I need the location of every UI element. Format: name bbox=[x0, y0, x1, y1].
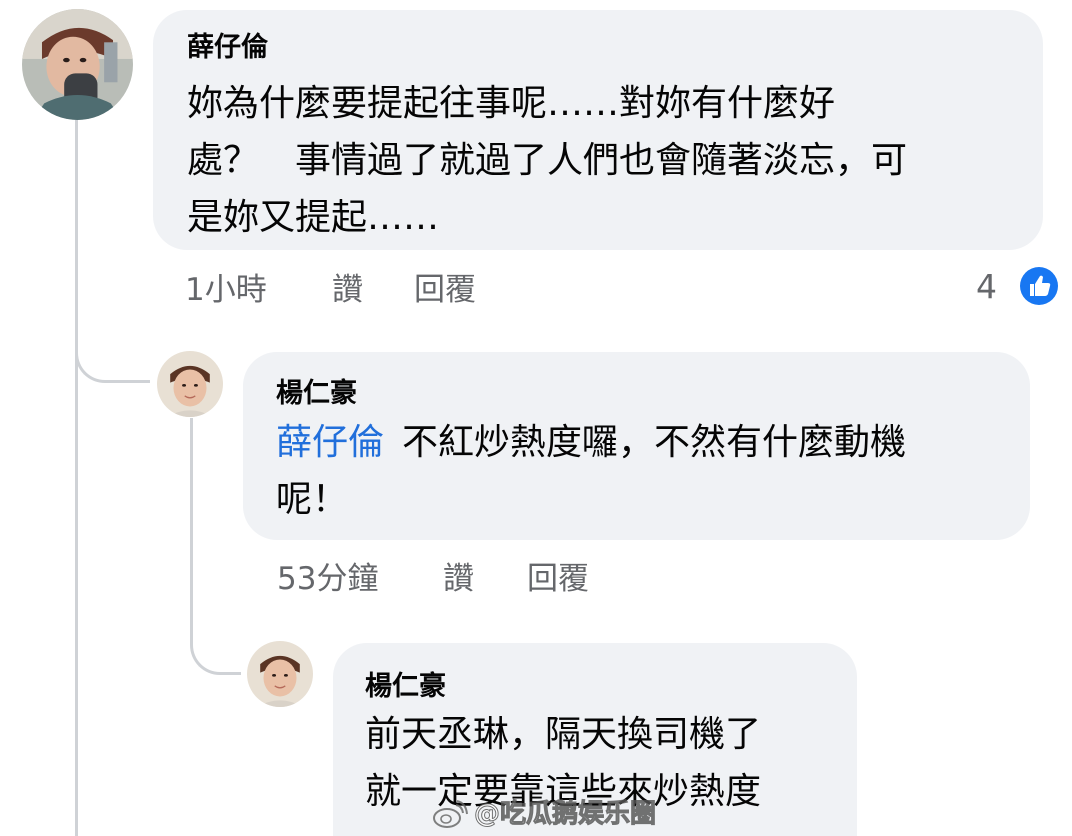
avatar[interactable] bbox=[22, 9, 133, 120]
comment-text-line: 前天丞琳，隔天換司機了 bbox=[365, 714, 762, 755]
comment-text-segment: 不紅炒熱度囉，不然有什麼動機 bbox=[402, 422, 907, 463]
comment-text-line: 是妳又提起…… bbox=[187, 197, 440, 238]
comment-author[interactable]: 楊仁豪 bbox=[276, 377, 357, 411]
comment-text-line: 處？ 事情過了就過了人們也會隨著淡忘，可 bbox=[187, 140, 908, 181]
like-button[interactable]: 讚 bbox=[332, 270, 363, 310]
avatar-photo-icon bbox=[247, 641, 313, 707]
comment-actions: 53分鐘 讚 回覆 bbox=[277, 559, 677, 599]
watermark: @吃瓜鹅娱乐圈 bbox=[432, 798, 657, 830]
thread-connector-curve bbox=[75, 322, 150, 383]
comment-actions: 1小時 讚 回覆 bbox=[185, 270, 585, 310]
reply-connector-line bbox=[190, 418, 193, 608]
avatar-photo-icon bbox=[22, 9, 133, 120]
comment-author[interactable]: 楊仁豪 bbox=[365, 670, 446, 704]
watermark-text: @吃瓜鹅娱乐圈 bbox=[473, 799, 657, 830]
comment-thread: 薛仔倫 妳為什麼要提起往事呢……對妳有什麼好 處？ 事情過了就過了人們也會隨著淡… bbox=[0, 0, 1072, 836]
reaction-count: 4 bbox=[976, 267, 997, 306]
weibo-logo-icon bbox=[433, 800, 468, 828]
thread-connector-line bbox=[75, 120, 78, 836]
comment-text: 妳為什麼要提起往事呢……對妳有什麼好 處？ 事情過了就過了人們也會隨著淡忘，可 … bbox=[187, 75, 907, 246]
avatar-photo-icon bbox=[157, 351, 223, 417]
reaction-summary[interactable]: 4 bbox=[976, 263, 1066, 309]
reply-bubble: 楊仁豪 薛仔倫 不紅炒熱度囉，不然有什麼動機 呢！ bbox=[243, 352, 1030, 540]
comment-timestamp[interactable]: 1小時 bbox=[185, 270, 267, 310]
comment-author[interactable]: 薛仔倫 bbox=[187, 31, 268, 65]
comment-text: 薛仔倫 不紅炒熱度囉，不然有什麼動機 呢！ bbox=[276, 414, 906, 528]
reply-button[interactable]: 回覆 bbox=[414, 270, 476, 310]
avatar[interactable] bbox=[157, 351, 223, 417]
avatar[interactable] bbox=[247, 641, 313, 707]
comment-text-line: 薛仔倫 不紅炒熱度囉，不然有什麼動機 bbox=[276, 414, 906, 471]
reply-button[interactable]: 回覆 bbox=[527, 559, 589, 599]
comment-bubble: 薛仔倫 妳為什麼要提起往事呢……對妳有什麼好 處？ 事情過了就過了人們也會隨著淡… bbox=[153, 10, 1043, 250]
thumbs-up-icon bbox=[1017, 264, 1061, 308]
reply-connector-curve bbox=[190, 608, 241, 675]
comment-text-line: 呢！ bbox=[276, 479, 349, 520]
mention-link[interactable]: 薛仔倫 bbox=[276, 422, 384, 463]
like-button[interactable]: 讚 bbox=[443, 559, 474, 599]
comment-timestamp[interactable]: 53分鐘 bbox=[277, 559, 378, 599]
comment-text-line: 妳為什麼要提起往事呢……對妳有什麼好 bbox=[187, 83, 836, 124]
